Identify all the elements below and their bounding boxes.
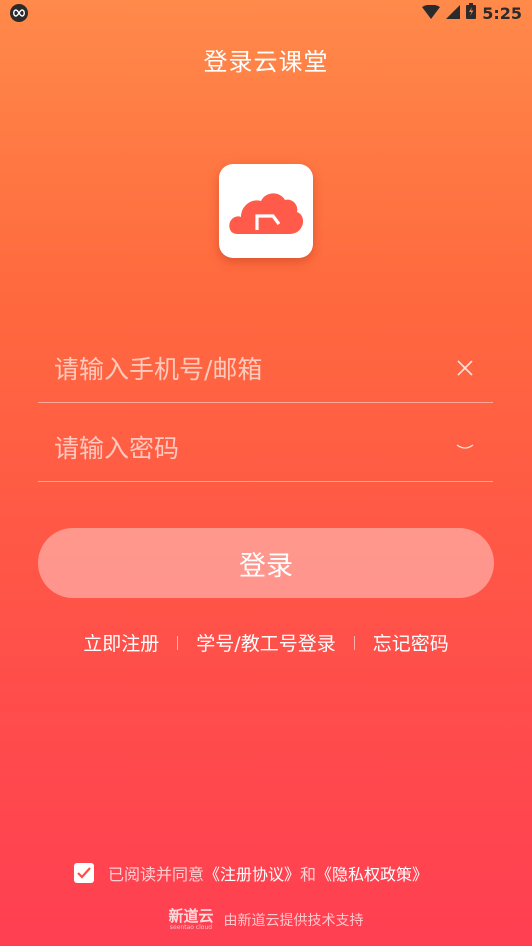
divider xyxy=(177,635,179,650)
infinity-icon xyxy=(10,4,28,22)
eye-closed-icon[interactable] xyxy=(451,433,479,461)
wifi-icon xyxy=(422,4,441,23)
account-input[interactable] xyxy=(52,348,456,390)
brand-logo: 新道云 seentao cloud xyxy=(168,909,213,931)
brand-name: 新道云 xyxy=(168,907,214,925)
login-button[interactable]: 登录 xyxy=(38,528,494,598)
status-bar: 5:25 xyxy=(0,0,532,28)
footer-text: 由新道云提供技术支持 xyxy=(223,913,364,929)
password-input[interactable] xyxy=(52,427,456,469)
privacy-link[interactable]: 《隐私权政策》 xyxy=(316,861,428,885)
battery-icon xyxy=(466,3,477,23)
agreement-checkbox[interactable] xyxy=(74,863,94,883)
terms-link[interactable]: 《注册协议》 xyxy=(204,861,300,885)
clock-time: 5:25 xyxy=(482,3,522,23)
register-link[interactable]: 立即注册 xyxy=(83,629,159,656)
student-login-link[interactable]: 学号/教工号登录 xyxy=(196,629,335,656)
brand-subtitle: seentao cloud xyxy=(169,924,213,931)
forgot-password-link[interactable]: 忘记密码 xyxy=(373,629,449,656)
page-title: 登录云课堂 xyxy=(203,48,329,76)
check-icon xyxy=(77,867,91,879)
cloud-logo-icon xyxy=(229,193,304,234)
agreement-prefix: 已阅读并同意 xyxy=(108,865,205,884)
footer: 新道云 seentao cloud 由新道云提供技术支持 xyxy=(0,909,532,931)
signal-icon xyxy=(446,4,461,23)
agreement-row: 已阅读并同意 《注册协议》 和 《隐私权政策》 xyxy=(74,861,428,885)
password-field xyxy=(38,419,493,482)
agreement-and: 和 xyxy=(300,865,317,884)
divider xyxy=(353,635,355,650)
clear-icon[interactable] xyxy=(451,354,479,382)
account-field xyxy=(38,340,493,403)
auth-links: 立即注册 学号/教工号登录 忘记密码 xyxy=(0,629,532,656)
app-logo xyxy=(219,164,313,258)
